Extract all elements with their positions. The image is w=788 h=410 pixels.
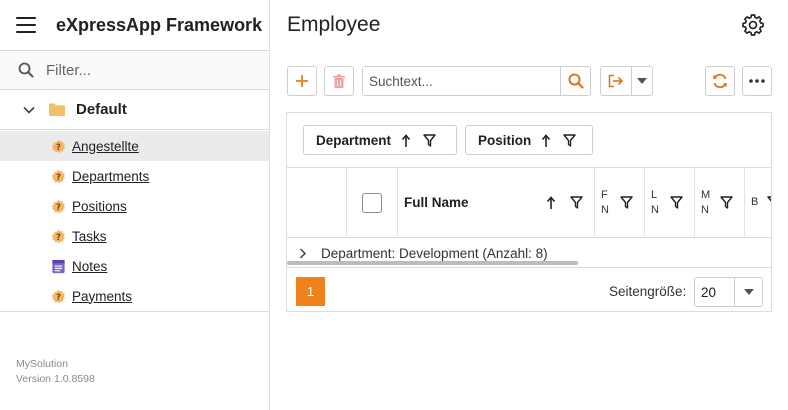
ellipsis-icon [749,79,765,83]
column-header-full-name[interactable]: Full Name [398,168,595,237]
column-header-label: LN [651,188,659,216]
svg-text:?: ? [56,201,61,211]
page-button-current[interactable]: 1 [296,277,325,306]
page-size-label: Seitengröße: [609,284,687,299]
export-button[interactable] [601,67,632,95]
refresh-icon [713,73,727,89]
search-box [362,66,591,96]
column-header-label: Full Name [404,195,469,210]
view-toolbar [287,66,772,96]
nav-group-label: Default [76,101,127,118]
bo-unknown-icon: ? [50,288,66,304]
folder-icon [49,103,65,116]
page-size-select[interactable]: 20 [694,277,763,307]
sidebar-item-tasks[interactable]: ? Tasks [0,221,269,251]
export-dropdown-button[interactable] [632,67,652,95]
app-header: eXpressApp Framework [0,0,269,50]
filter-icon[interactable] [563,133,576,147]
search-icon [568,73,584,89]
column-header-label: FN [601,188,609,216]
navigation-filter [0,50,269,90]
export-icon [608,74,624,88]
chevron-down-icon[interactable] [22,103,36,117]
about-app-name: MySolution [16,358,68,370]
sidebar-item-label: Tasks [72,228,107,244]
group-row-label: Department: Development (Anzahl: 8) [321,245,548,261]
navigation-panel: eXpressApp Framework Default ? Angestell… [0,0,270,410]
filter-icon[interactable] [670,196,683,209]
bo-unknown-icon: ? [50,168,66,184]
chevron-right-icon[interactable] [299,247,307,259]
page-size-dropdown-button[interactable] [734,278,762,306]
filter-icon[interactable] [767,196,771,209]
column-header-b[interactable]: B [745,168,771,237]
sort-ascending-icon[interactable] [541,133,551,147]
group-chip-label: Position [478,132,532,148]
filter-icon[interactable] [423,133,436,147]
bo-unknown-icon: ? [50,198,66,214]
sidebar-item-label: Payments [72,288,133,304]
page-size-value: 20 [701,284,717,300]
column-header-middle-name[interactable]: MN [695,168,745,237]
group-chip-department[interactable]: Department [303,125,457,155]
svg-text:?: ? [56,291,61,301]
app-title: eXpressApp Framework [56,14,263,35]
group-indent-column [287,168,347,237]
sidebar-item-positions[interactable]: ? Positions [0,191,269,221]
group-panel: Department Position [287,113,771,168]
group-chip-position[interactable]: Position [465,125,593,155]
export-split-button [600,66,653,96]
page-title: Employee [287,13,381,36]
new-button[interactable] [287,66,317,96]
sidebar-item-departments[interactable]: ? Departments [0,161,269,191]
bo-unknown-icon: ? [50,138,66,154]
sidebar-item-label: Positions [72,198,127,214]
sort-ascending-icon[interactable] [401,133,411,147]
about-info: MySolution Version 1.0.8598 [16,357,95,387]
sidebar-item-payments[interactable]: ? Payments [0,281,269,311]
sidebar-item-label: Angestellte [72,138,139,154]
column-header-label: MN [701,188,711,216]
caret-down-icon [743,289,754,295]
column-header-row: Full Name FN LN MN B [287,168,771,238]
view-header: Employee [270,0,788,50]
refresh-button[interactable] [705,66,735,96]
navigation-filter-input[interactable] [46,61,246,79]
more-actions-button[interactable] [742,66,772,96]
sidebar-item-angestellte[interactable]: ? Angestellte [0,131,269,161]
group-chip-label: Department [316,132,392,148]
note-icon [50,258,66,274]
horizontal-scrollbar[interactable] [287,261,578,265]
search-input[interactable] [363,67,560,95]
column-header-last-name[interactable]: LN [645,168,695,237]
sort-ascending-icon[interactable] [546,196,556,209]
menu-icon[interactable] [16,17,36,33]
sidebar-item-label: Notes [72,258,108,274]
sidebar-item-label: Departments [72,168,150,184]
nav-group-default[interactable]: Default [0,90,269,130]
search-button[interactable] [560,67,590,95]
filter-icon[interactable] [570,196,583,209]
filter-icon[interactable] [620,196,633,209]
svg-text:?: ? [56,171,61,181]
delete-button[interactable] [324,66,354,96]
nav-divider [0,311,270,312]
column-header-first-name[interactable]: FN [595,168,645,237]
search-icon [18,62,34,78]
select-all-cell [347,168,398,237]
bo-unknown-icon: ? [50,228,66,244]
gear-icon[interactable] [742,14,764,36]
plus-icon [296,75,308,87]
pager: 1 Seitengröße: 20 [287,267,771,311]
trash-icon [333,74,345,88]
about-version: Version 1.0.8598 [16,373,95,385]
select-all-checkbox[interactable] [362,192,382,213]
column-header-label: B [751,196,759,208]
svg-text:?: ? [56,141,61,151]
filter-icon[interactable] [720,196,733,209]
caret-down-icon [637,78,647,84]
svg-text:?: ? [56,231,61,241]
employee-grid: Department Position Full Name FN LN M N … [286,112,772,312]
sidebar-item-notes[interactable]: Notes [0,251,269,281]
